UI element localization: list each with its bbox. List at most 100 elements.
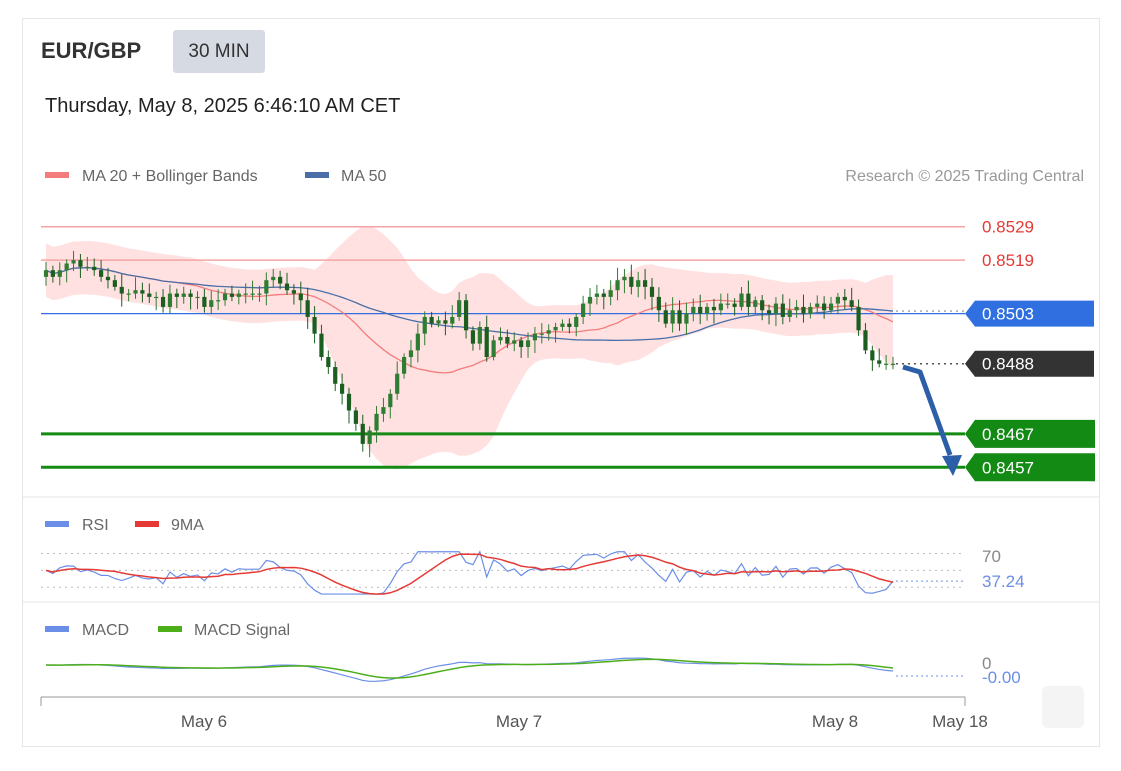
candle-body	[429, 316, 434, 324]
candle-body	[615, 280, 620, 291]
candle-body	[581, 303, 586, 317]
candle-body	[787, 310, 792, 317]
candle-body	[381, 407, 386, 414]
macd-signal-legend-swatch	[158, 626, 182, 632]
macd-signal-legend-label: MACD Signal	[194, 622, 290, 639]
ma20-legend-swatch	[45, 172, 69, 178]
candle-body	[670, 310, 675, 324]
candle-body	[491, 340, 496, 358]
candle-body	[877, 360, 882, 364]
support-label: 0.8457	[982, 458, 1034, 477]
rsi-panel	[41, 550, 965, 595]
rsi-70-label: 70	[982, 547, 1001, 566]
candle-body	[50, 270, 55, 277]
candle-body	[828, 303, 834, 311]
candle-body	[594, 293, 599, 297]
candle-body	[284, 283, 290, 291]
candle-body	[374, 413, 379, 431]
candle-body	[64, 263, 69, 271]
candle-body	[43, 270, 49, 277]
candle-body	[849, 300, 854, 307]
macd-line	[45, 657, 894, 682]
candle-body	[133, 290, 138, 294]
candle-body	[739, 293, 744, 307]
candle-body	[567, 323, 572, 327]
macd-legend-swatch	[45, 626, 69, 632]
candle-body	[835, 296, 841, 304]
candle-body	[264, 280, 269, 294]
ma20-legend-label: MA 20 + Bollinger Bands	[82, 168, 258, 185]
candle-body	[167, 293, 173, 307]
candle-body	[243, 293, 248, 295]
candle-body	[353, 410, 358, 424]
candle-body	[704, 306, 710, 314]
candle-body	[216, 300, 221, 302]
candle-body	[278, 276, 283, 284]
candle-body	[698, 306, 703, 314]
candle-body	[470, 330, 476, 344]
pivot-label: 0.8503	[982, 305, 1034, 324]
candle-body	[408, 350, 414, 358]
candle-body	[250, 293, 255, 295]
candle-body	[202, 296, 207, 307]
candle-body	[181, 293, 186, 297]
candle-body	[512, 340, 517, 344]
candle-body	[119, 286, 124, 294]
macd-legend-label: MACD	[82, 622, 129, 639]
candle-body	[725, 303, 730, 305]
candle-body	[636, 280, 641, 287]
candle-body	[629, 276, 634, 287]
candle-body	[291, 290, 297, 294]
ma50-legend-swatch	[305, 172, 329, 178]
candle-body	[691, 306, 696, 314]
candle-body	[608, 290, 613, 297]
candle-body	[622, 276, 627, 281]
candle-body	[312, 316, 317, 334]
candle-body	[574, 316, 579, 327]
rsi-legend-label: RSI	[82, 517, 109, 534]
candle-body	[766, 310, 772, 314]
candle-body	[760, 300, 765, 311]
rsi-ma-legend-swatch	[135, 521, 159, 527]
candle-body	[154, 296, 159, 299]
candle-body	[822, 303, 827, 311]
candle-body	[884, 363, 889, 365]
candle-body	[326, 357, 331, 368]
candle-body	[815, 303, 820, 307]
candle-body	[649, 286, 655, 297]
ma50-legend-label: MA 50	[341, 168, 386, 185]
candle-body	[457, 300, 462, 317]
macd-last-label: -0.00	[982, 668, 1021, 687]
candle-body	[395, 373, 400, 394]
candle-body	[105, 276, 111, 281]
candle-body	[436, 320, 441, 324]
macd-panel	[45, 657, 965, 682]
candle-body	[532, 333, 538, 341]
candle-body	[174, 293, 179, 297]
candle-body	[463, 300, 469, 331]
credit-label: Research © 2025 Trading Central	[845, 168, 1084, 185]
candle-body	[870, 350, 875, 361]
x-tick-label: May 8	[812, 712, 858, 731]
candle-body	[863, 330, 868, 351]
candle-body	[160, 296, 166, 307]
candle-body	[333, 367, 338, 384]
candle-body	[98, 270, 104, 277]
candle-body	[305, 300, 310, 317]
candle-body	[601, 293, 606, 297]
x-tick-label: May 18	[932, 712, 988, 731]
chart-svg: MA 20 + Bollinger Bands MA 50 Research ©…	[22, 168, 1100, 731]
candle-body	[753, 300, 758, 307]
candle-body	[519, 340, 524, 348]
candle-body	[298, 293, 303, 301]
candle-body	[711, 306, 717, 311]
candle-body	[126, 293, 131, 295]
candle-body	[85, 266, 90, 269]
candle-body	[229, 293, 235, 297]
support-label: 0.8467	[982, 425, 1034, 444]
candle-body	[71, 260, 76, 264]
candle-body	[498, 336, 503, 341]
candle-body	[842, 296, 847, 301]
candle-body	[794, 306, 799, 311]
scroll-to-top-button[interactable]	[1042, 686, 1084, 728]
